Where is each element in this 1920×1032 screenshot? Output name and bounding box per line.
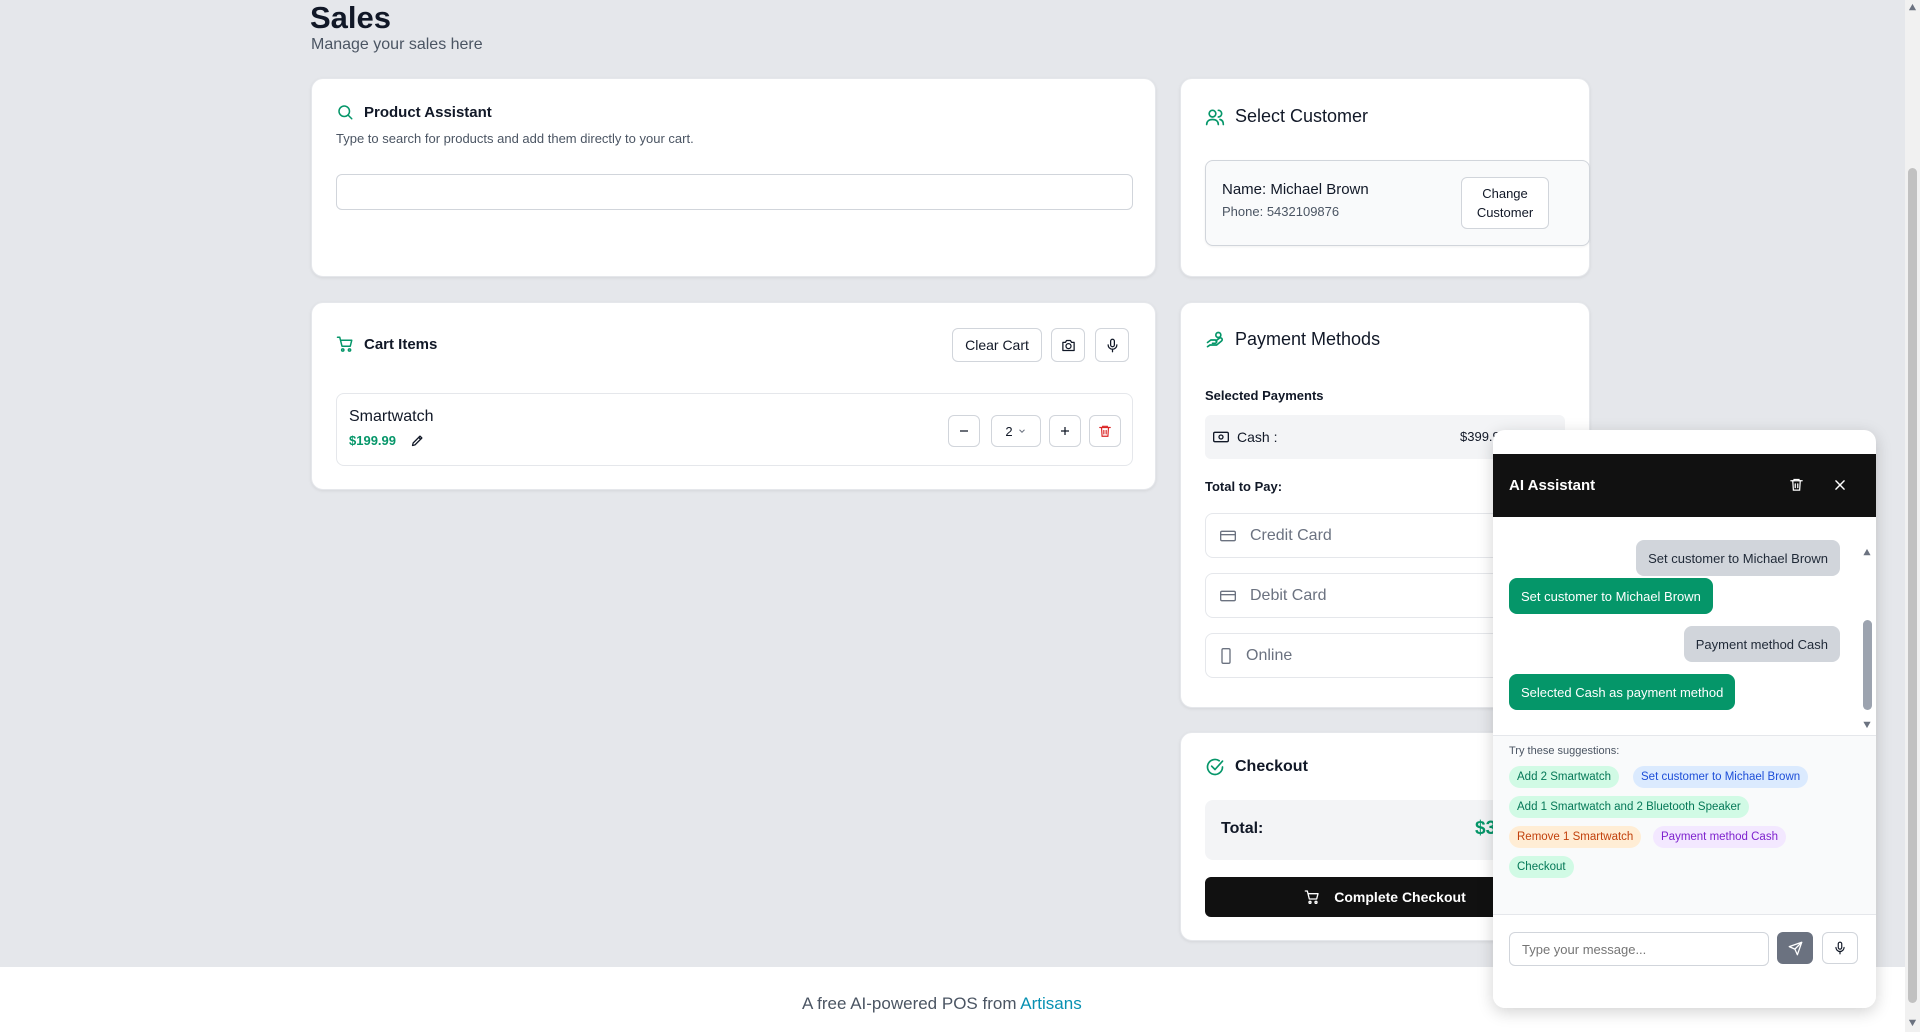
chat-scrollbar[interactable] bbox=[1860, 548, 1874, 730]
chat-scroll-down-icon[interactable] bbox=[1862, 720, 1872, 729]
change-customer-label-2: Customer bbox=[1476, 205, 1534, 220]
check-circle-icon bbox=[1205, 757, 1225, 777]
chat-voice-button[interactable] bbox=[1822, 932, 1858, 964]
product-assistant-title: Product Assistant bbox=[364, 103, 492, 121]
send-button[interactable] bbox=[1777, 932, 1813, 964]
minus-icon bbox=[958, 425, 970, 437]
checkout-total-label: Total: bbox=[1221, 820, 1264, 837]
product-search-input[interactable] bbox=[336, 174, 1133, 210]
payment-option-label: Credit Card bbox=[1250, 526, 1332, 544]
customer-title: Select Customer bbox=[1235, 106, 1369, 126]
selected-payment-method: Cash : bbox=[1237, 429, 1278, 445]
chat-scroll-up-icon[interactable] bbox=[1862, 548, 1872, 557]
ai-assistant-header: AI Assistant bbox=[1493, 454, 1876, 517]
microphone-icon bbox=[1105, 338, 1120, 353]
page-title: Sales bbox=[310, 0, 392, 35]
banknote-icon bbox=[1213, 430, 1229, 444]
suggestions-label: Try these suggestions: bbox=[1509, 745, 1620, 757]
cart-item: Smartwatch $199.99 2 bbox=[336, 393, 1133, 466]
checkout-header: Checkout bbox=[1205, 757, 1308, 777]
smartphone-icon bbox=[1220, 647, 1232, 664]
chevron-down-icon bbox=[1017, 426, 1027, 436]
footer-text: A free AI-powered POS from Artisans bbox=[802, 994, 1082, 1014]
cart-item-name: Smartwatch bbox=[349, 408, 434, 425]
debit-card-icon bbox=[1220, 589, 1236, 603]
cart-title: Cart Items bbox=[364, 335, 438, 353]
page-scrollbar[interactable] bbox=[1905, 0, 1920, 1032]
cart-icon bbox=[1304, 889, 1320, 905]
chat-message-user: Set customer to Michael Brown bbox=[1636, 540, 1840, 576]
quantity-select[interactable]: 2 bbox=[991, 415, 1041, 447]
chat-message-input[interactable] bbox=[1509, 932, 1769, 966]
suggestion-chip[interactable]: Payment method Cash bbox=[1653, 826, 1786, 848]
camera-icon bbox=[1061, 338, 1076, 353]
payment-option-label: Online bbox=[1246, 646, 1293, 664]
chat-message-assistant: Set customer to Michael Brown bbox=[1509, 578, 1713, 614]
scroll-up-icon[interactable] bbox=[1908, 3, 1917, 12]
product-assistant-header: Product Assistant bbox=[336, 103, 492, 121]
chat-message-assistant: Selected Cash as payment method bbox=[1509, 674, 1736, 710]
customer-header: Select Customer bbox=[1205, 106, 1368, 127]
scroll-down-icon[interactable] bbox=[1908, 1018, 1917, 1027]
page-subtitle: Manage your sales here bbox=[311, 36, 483, 53]
edit-price-icon[interactable] bbox=[410, 433, 425, 448]
product-assistant-description: Type to search for products and add them… bbox=[336, 131, 694, 146]
chat-message-user: Payment method Cash bbox=[1683, 626, 1840, 662]
footer-link[interactable]: Artisans bbox=[1020, 994, 1081, 1013]
suggestion-chip[interactable]: Checkout bbox=[1509, 856, 1574, 878]
suggestion-chip[interactable]: Set customer to Michael Brown bbox=[1633, 766, 1809, 788]
footer-caption: A free AI-powered POS from bbox=[802, 994, 1021, 1013]
cart-card: Cart Items Clear Cart Smartwatch $199.99… bbox=[311, 302, 1156, 490]
chat-scrollbar-thumb[interactable] bbox=[1863, 620, 1872, 710]
payment-option-label: Debit Card bbox=[1250, 586, 1327, 604]
chat-input-area bbox=[1493, 914, 1876, 1008]
close-icon[interactable] bbox=[1833, 478, 1847, 492]
increase-quantity-button[interactable] bbox=[1049, 415, 1081, 447]
cart-item-price: $199.99 bbox=[349, 433, 396, 448]
payment-header: Payment Methods bbox=[1205, 329, 1380, 350]
ai-assistant-panel: AI Assistant Set customer to Michael Bro… bbox=[1493, 430, 1876, 1008]
quantity-value: 2 bbox=[1005, 423, 1013, 439]
microphone-icon bbox=[1833, 941, 1847, 955]
change-customer-label-1: Change bbox=[1482, 186, 1528, 201]
total-to-pay-label: Total to Pay: bbox=[1205, 479, 1283, 494]
payment-title: Payment Methods bbox=[1235, 329, 1381, 349]
cart-icon bbox=[336, 335, 354, 353]
cart-item-price-row: $199.99 bbox=[349, 433, 425, 448]
hand-coins-icon bbox=[1205, 330, 1225, 350]
camera-button[interactable] bbox=[1051, 328, 1085, 362]
ai-assistant-title: AI Assistant bbox=[1509, 477, 1596, 494]
plus-icon bbox=[1059, 425, 1071, 437]
credit-card-icon bbox=[1220, 529, 1236, 543]
send-icon bbox=[1788, 941, 1803, 956]
decrease-quantity-button[interactable] bbox=[948, 415, 980, 447]
selected-customer: Name: Michael Brown Phone: 5432109876 Ch… bbox=[1205, 160, 1590, 246]
suggestion-chip[interactable]: Add 2 Smartwatch bbox=[1509, 766, 1619, 788]
customer-phone: Phone: 5432109876 bbox=[1222, 204, 1340, 219]
suggestion-chip[interactable]: Remove 1 Smartwatch bbox=[1509, 826, 1642, 848]
suggestions-area: Try these suggestions: Add 2 Smartwatch … bbox=[1493, 735, 1876, 920]
customer-card: Select Customer Name: Michael Brown Phon… bbox=[1180, 78, 1590, 277]
complete-checkout-label: Complete Checkout bbox=[1334, 889, 1466, 905]
users-icon bbox=[1205, 107, 1225, 127]
suggestion-chip[interactable]: Add 1 Smartwatch and 2 Bluetooth Speaker bbox=[1509, 796, 1749, 818]
change-customer-button[interactable]: Change Customer bbox=[1461, 177, 1549, 229]
selected-payments-label: Selected Payments bbox=[1205, 388, 1324, 403]
clear-cart-button[interactable]: Clear Cart bbox=[952, 328, 1042, 362]
cart-header: Cart Items bbox=[336, 335, 437, 353]
product-assistant-card: Product Assistant Type to search for pro… bbox=[311, 78, 1156, 277]
remove-item-button[interactable] bbox=[1089, 415, 1121, 447]
trash-icon bbox=[1098, 424, 1112, 438]
search-icon bbox=[336, 103, 354, 121]
clear-chat-icon[interactable] bbox=[1789, 477, 1804, 492]
page-scrollbar-thumb[interactable] bbox=[1908, 168, 1917, 1003]
voice-button[interactable] bbox=[1095, 328, 1129, 362]
checkout-title: Checkout bbox=[1235, 758, 1308, 775]
chat-messages: Set customer to Michael Brown Set custom… bbox=[1493, 540, 1876, 748]
customer-name: Name: Michael Brown bbox=[1222, 181, 1369, 198]
